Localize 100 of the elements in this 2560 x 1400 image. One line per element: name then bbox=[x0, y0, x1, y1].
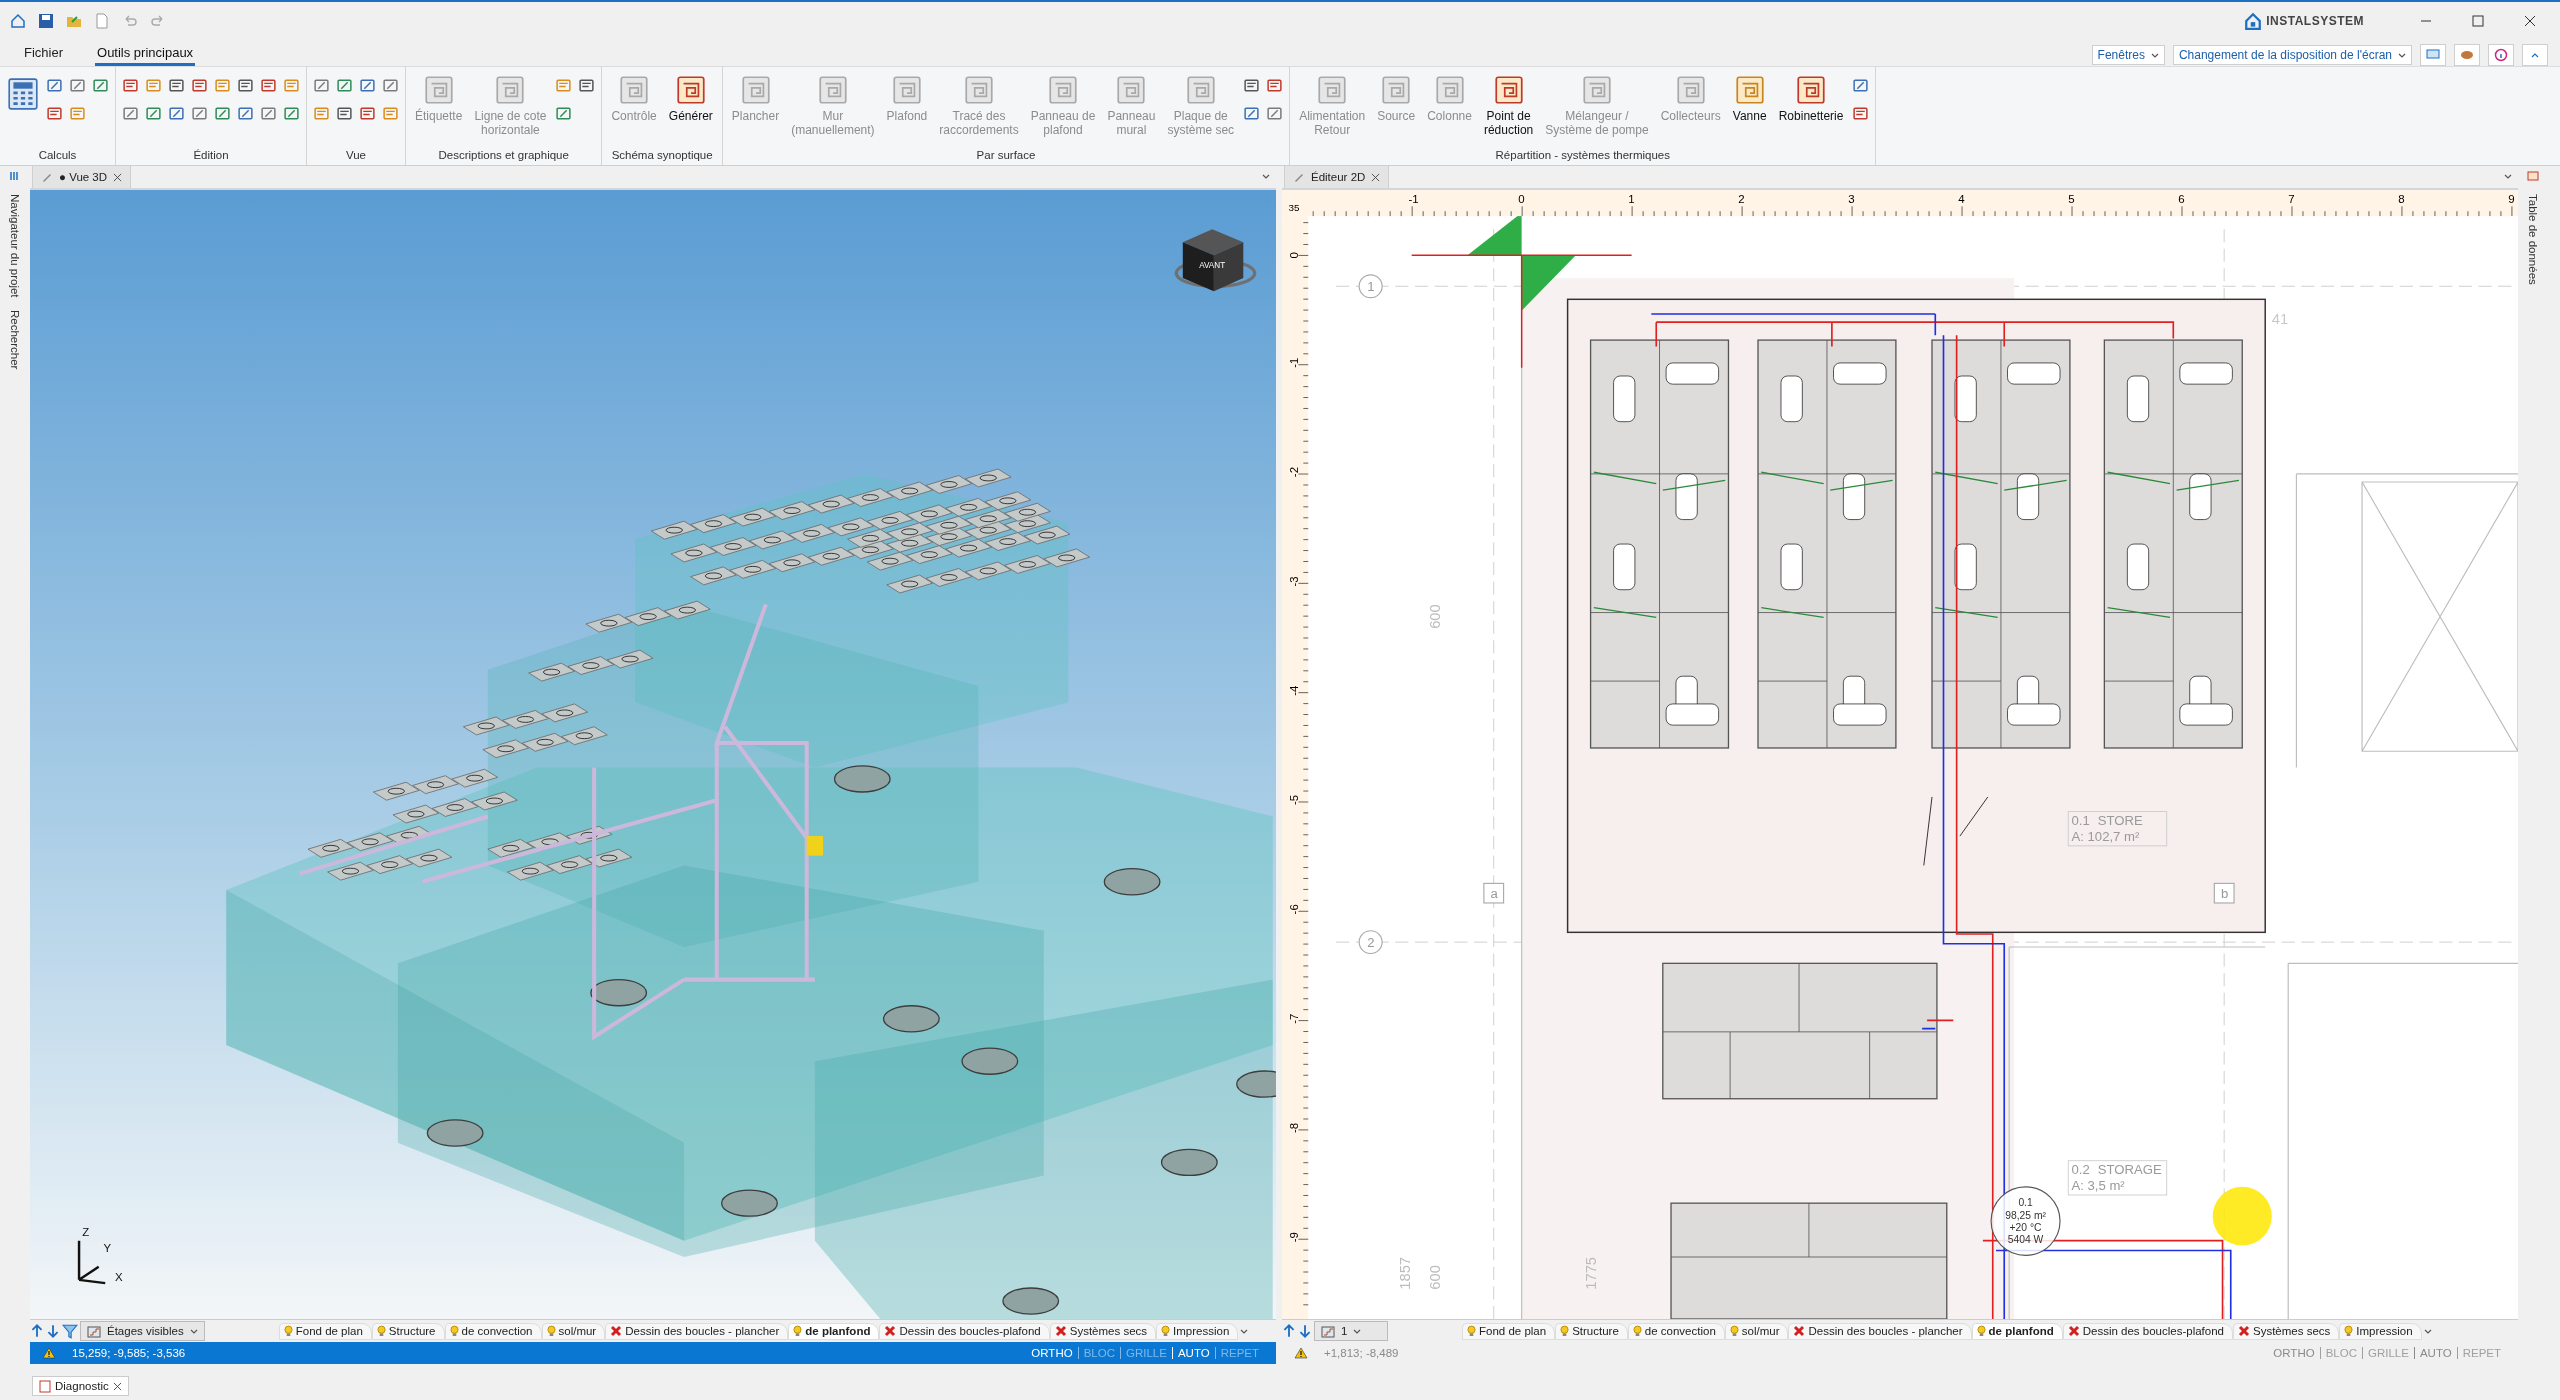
light-bulb-icon[interactable] bbox=[1976, 1324, 1986, 1338]
layer-tab[interactable]: sol/mur bbox=[541, 1322, 606, 1340]
tool-icon[interactable] bbox=[69, 77, 86, 94]
down-arrow-icon[interactable] bbox=[1298, 1323, 1312, 1339]
layer-tab[interactable]: Fond de plan bbox=[278, 1322, 372, 1340]
tool-icon[interactable] bbox=[191, 77, 208, 94]
tool-icon[interactable] bbox=[46, 105, 63, 122]
layer-tab[interactable]: Dessin des boucles-plafond bbox=[879, 1322, 1050, 1340]
tool-icon[interactable] bbox=[1852, 105, 1870, 122]
layer-tab[interactable]: Structure bbox=[371, 1322, 445, 1340]
light-bulb-icon[interactable] bbox=[793, 1324, 803, 1338]
tool-icon[interactable] bbox=[336, 105, 353, 122]
side-panel-tab[interactable]: Table de données bbox=[2527, 194, 2539, 285]
cross-icon[interactable] bbox=[1793, 1325, 1806, 1337]
close-icon[interactable] bbox=[2524, 15, 2536, 27]
tool-icon[interactable] bbox=[1852, 77, 1870, 94]
level-dropdown[interactable]: 1 bbox=[1314, 1321, 1388, 1341]
tool-icon[interactable] bbox=[382, 77, 399, 94]
coil-button[interactable] bbox=[2454, 44, 2480, 66]
up-arrow-icon[interactable] bbox=[1282, 1323, 1296, 1339]
tool-icon[interactable] bbox=[336, 77, 353, 94]
tool-icon[interactable] bbox=[168, 105, 185, 122]
light-bulb-icon[interactable] bbox=[1632, 1324, 1642, 1338]
tool-icon[interactable] bbox=[145, 105, 162, 122]
tool-icon[interactable] bbox=[555, 105, 573, 122]
layer-tab[interactable]: Dessin des boucles - plancher bbox=[1788, 1322, 1972, 1340]
calculator-icon[interactable] bbox=[6, 77, 40, 111]
tool-icon[interactable] bbox=[313, 77, 330, 94]
home-icon[interactable] bbox=[10, 13, 26, 29]
view-tab[interactable]: Éditeur 2D bbox=[1284, 165, 1390, 188]
maximize-icon[interactable] bbox=[2472, 15, 2484, 27]
cross-icon[interactable] bbox=[610, 1325, 623, 1337]
tool-icon[interactable] bbox=[122, 105, 139, 122]
ribbon-button[interactable]: Robinetterie bbox=[1775, 71, 1847, 125]
table-icon[interactable] bbox=[2527, 170, 2539, 182]
filter-icon[interactable] bbox=[62, 1323, 78, 1339]
tool-icon[interactable] bbox=[92, 77, 109, 94]
tool-icon[interactable] bbox=[1266, 77, 1284, 94]
tool-icon[interactable] bbox=[260, 77, 277, 94]
windows-menu[interactable]: Fenêtres bbox=[2091, 45, 2165, 65]
layer-tab[interactable]: Systèmes secs bbox=[1049, 1322, 1157, 1340]
light-bulb-icon[interactable] bbox=[1467, 1324, 1476, 1338]
layer-tab[interactable]: Structure bbox=[1555, 1322, 1628, 1340]
layer-tab[interactable]: Impression bbox=[2339, 1322, 2422, 1340]
close-icon[interactable] bbox=[1371, 172, 1381, 182]
cross-icon[interactable] bbox=[884, 1325, 897, 1337]
tool-icon[interactable] bbox=[1243, 105, 1261, 122]
up-arrow-icon[interactable] bbox=[30, 1323, 44, 1339]
layer-tab[interactable]: de convection bbox=[1627, 1322, 1725, 1340]
tool-icon[interactable] bbox=[578, 77, 596, 94]
view-tab[interactable]: ● Vue 3D bbox=[32, 165, 132, 188]
light-bulb-icon[interactable] bbox=[1729, 1324, 1739, 1338]
light-bulb-icon[interactable] bbox=[1161, 1324, 1171, 1338]
tool-icon[interactable] bbox=[359, 77, 376, 94]
tool-icon[interactable] bbox=[1266, 105, 1284, 122]
light-bulb-icon[interactable] bbox=[376, 1324, 386, 1338]
tool-icon[interactable] bbox=[237, 105, 254, 122]
side-panel-tab[interactable]: Navigateur du projet bbox=[9, 194, 21, 298]
layer-tab[interactable]: de planfond bbox=[1971, 1322, 2063, 1340]
tool-icon[interactable] bbox=[168, 77, 185, 94]
layer-tab[interactable]: de convection bbox=[444, 1322, 542, 1340]
layer-tab[interactable]: Impression bbox=[1156, 1322, 1239, 1340]
side-panel-tab[interactable]: Rechercher bbox=[9, 309, 21, 369]
level-dropdown[interactable]: Étages visibles bbox=[80, 1321, 205, 1341]
ribbon-button[interactable]: Point de réduction bbox=[1480, 71, 1537, 139]
monitor-button[interactable] bbox=[2420, 44, 2446, 66]
cross-icon[interactable] bbox=[1054, 1325, 1067, 1337]
layer-tab[interactable]: Dessin des boucles-plafond bbox=[2062, 1322, 2233, 1340]
tool-icon[interactable] bbox=[191, 105, 208, 122]
layer-tab[interactable]: Fond de plan bbox=[1462, 1322, 1556, 1340]
diagnostic-tab[interactable]: Diagnostic bbox=[32, 1376, 129, 1396]
tool-icon[interactable] bbox=[237, 77, 254, 94]
ribbon-button[interactable]: Vanne bbox=[1729, 71, 1770, 125]
layer-tab[interactable]: Dessin des boucles - plancher bbox=[605, 1322, 789, 1340]
panel-icon[interactable] bbox=[9, 170, 21, 182]
cross-icon[interactable] bbox=[2067, 1325, 2080, 1337]
tool-icon[interactable] bbox=[122, 77, 139, 94]
tool-icon[interactable] bbox=[359, 105, 376, 122]
cross-icon[interactable] bbox=[2238, 1325, 2250, 1337]
light-bulb-icon[interactable] bbox=[546, 1324, 556, 1338]
close-icon[interactable] bbox=[112, 1381, 122, 1391]
info-button[interactable] bbox=[2488, 44, 2514, 66]
close-icon[interactable] bbox=[113, 172, 123, 182]
tool-icon[interactable] bbox=[214, 105, 231, 122]
ribbon-button[interactable]: Générer bbox=[665, 71, 716, 125]
tool-icon[interactable] bbox=[46, 77, 63, 94]
layout-dropdown[interactable]: Changement de la disposition de l'écran bbox=[2172, 45, 2412, 65]
layer-tab[interactable]: Systèmes secs bbox=[2233, 1322, 2340, 1340]
snap-toggle[interactable]: AUTO bbox=[1171, 1347, 1215, 1359]
down-arrow-icon[interactable] bbox=[46, 1323, 60, 1339]
snap-toggle[interactable]: ORTHO bbox=[1026, 1347, 1078, 1359]
tool-icon[interactable] bbox=[1243, 77, 1261, 94]
tool-icon[interactable] bbox=[260, 105, 277, 122]
menu-tab[interactable]: Fichier bbox=[22, 43, 65, 66]
layer-tab[interactable]: de planfond bbox=[788, 1322, 880, 1340]
light-bulb-icon[interactable] bbox=[283, 1324, 293, 1338]
light-bulb-icon[interactable] bbox=[1560, 1324, 1570, 1338]
light-bulb-icon[interactable] bbox=[449, 1324, 459, 1338]
new-file-icon[interactable] bbox=[94, 13, 110, 29]
open-folder-icon[interactable] bbox=[66, 13, 82, 29]
